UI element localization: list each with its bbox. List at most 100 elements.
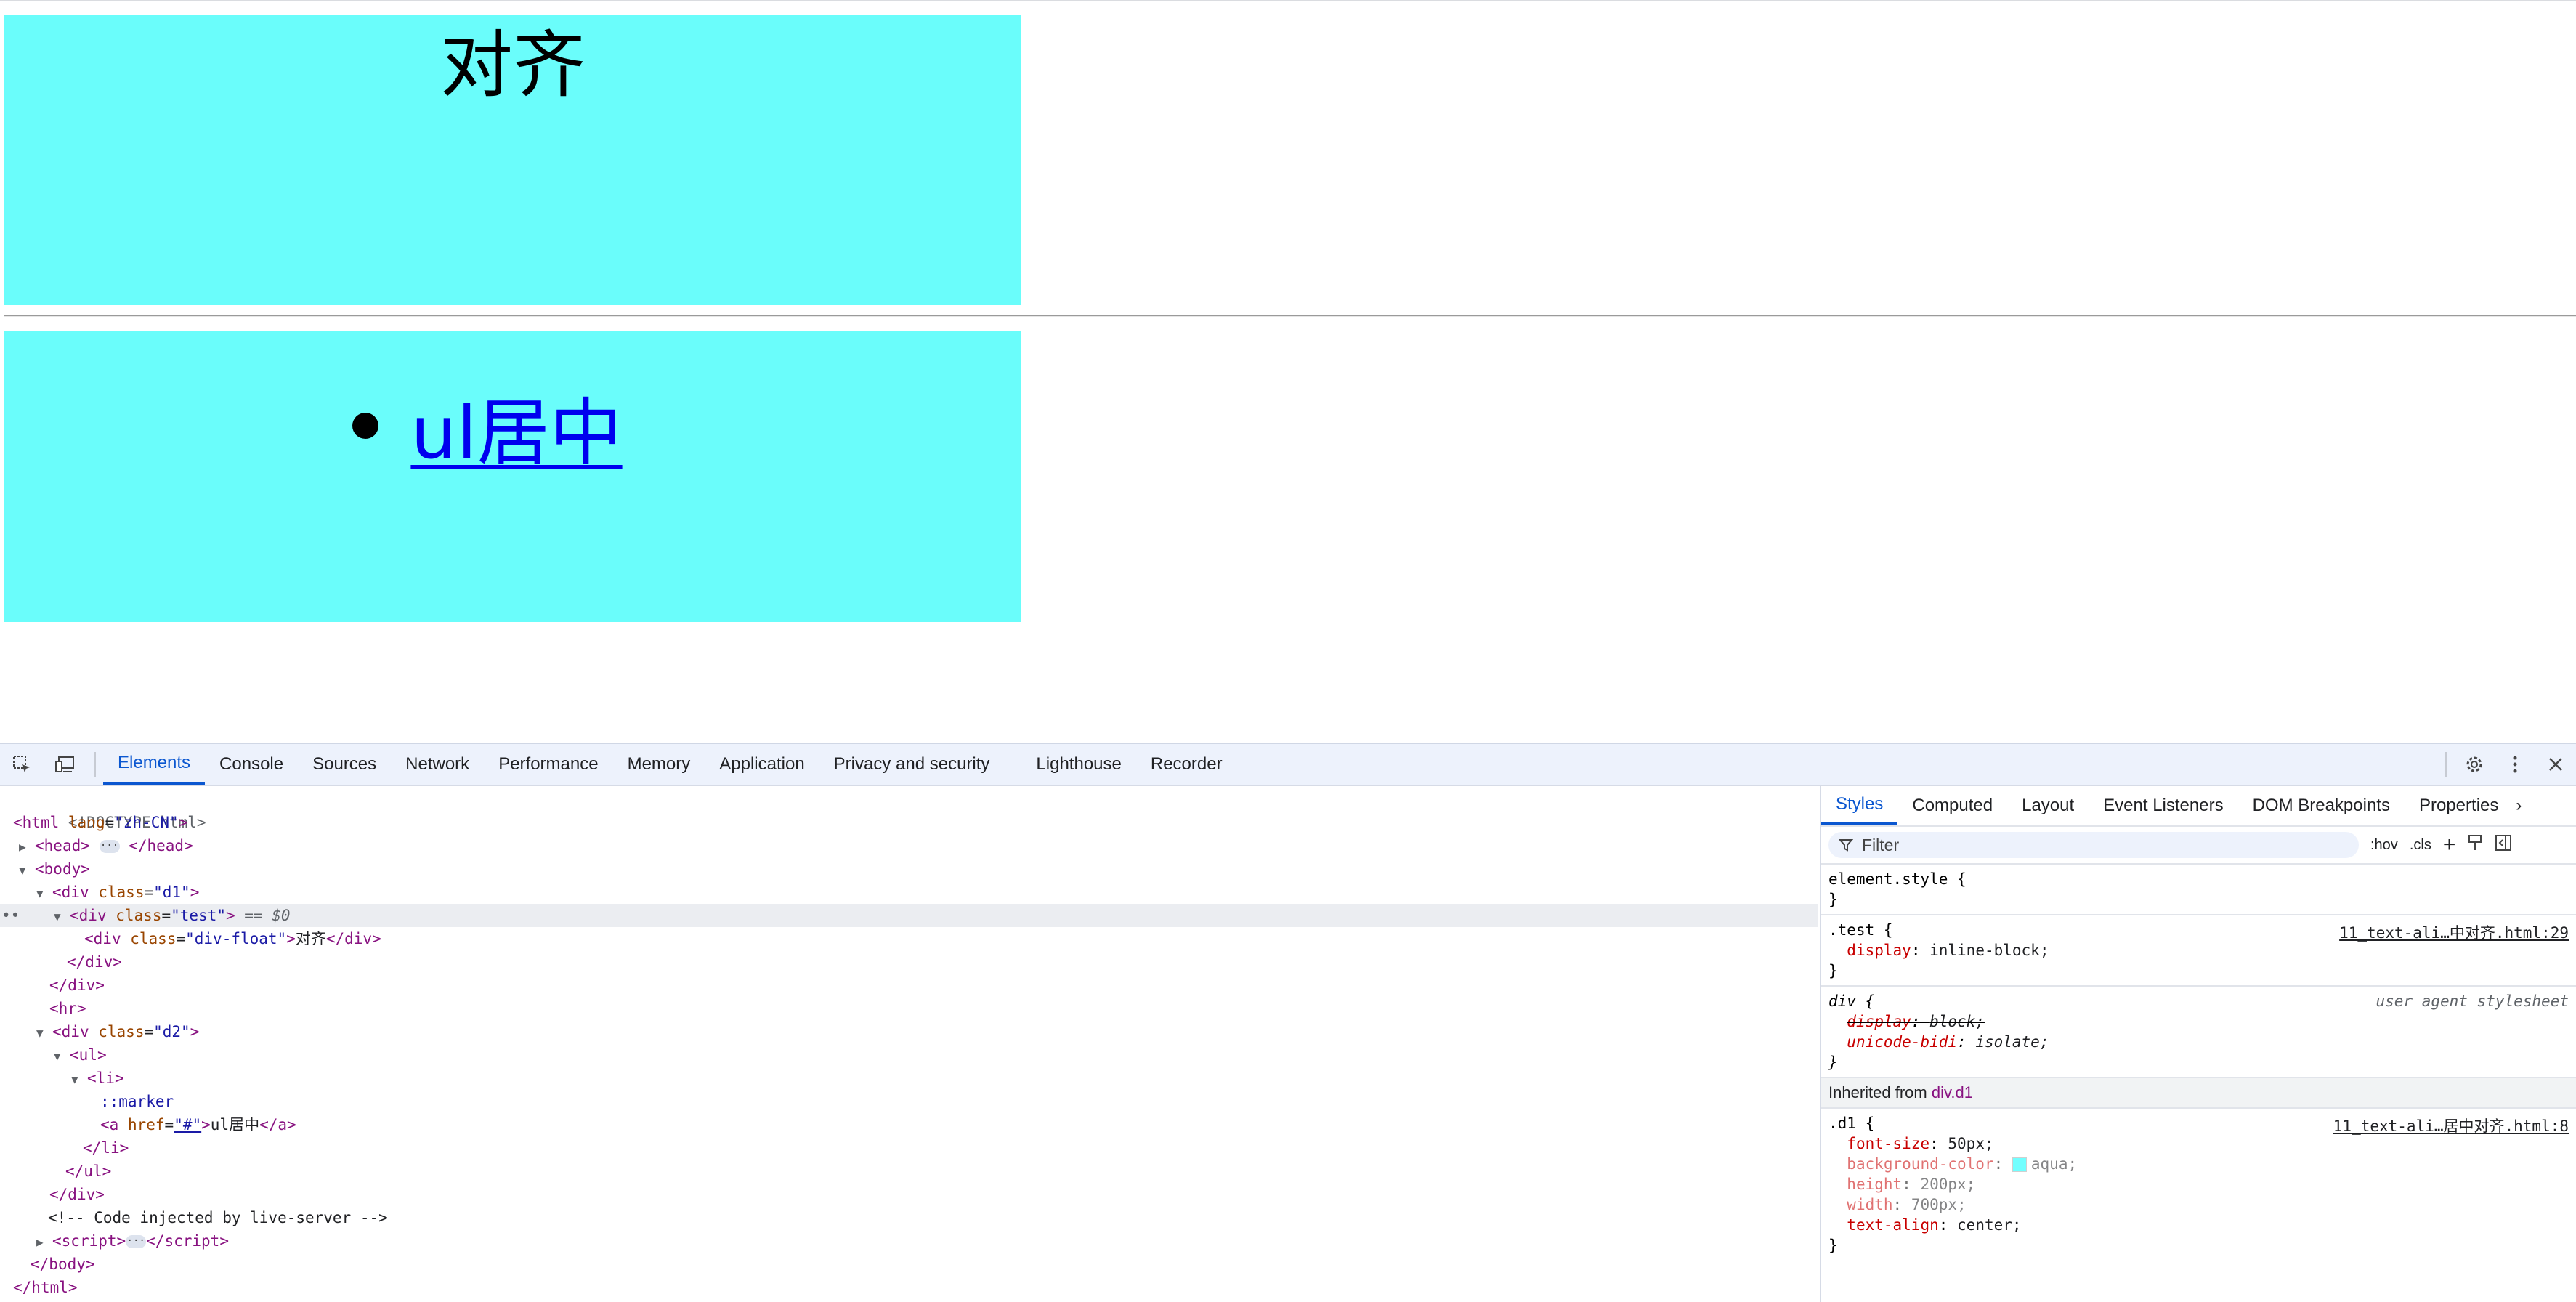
horizontal-rule <box>4 315 2576 317</box>
expand-triangle-icon[interactable]: ▶ <box>36 1231 52 1254</box>
color-swatch[interactable] <box>2012 1157 2027 1172</box>
node-actions-icon[interactable]: •• <box>1 904 20 927</box>
tab-computed[interactable]: Computed <box>1897 786 2007 825</box>
dom-node[interactable]: </div> <box>0 1183 1818 1206</box>
dom-node[interactable]: <hr> <box>0 997 1818 1020</box>
paint-brush-icon[interactable] <box>2467 834 2483 856</box>
collapse-triangle-icon[interactable]: ▼ <box>19 859 35 882</box>
rule-element-style[interactable]: element.style { } <box>1821 865 2576 915</box>
dom-node[interactable]: <div class="div-float">对齐</div> <box>0 927 1818 950</box>
style-declaration[interactable]: width: 700px; <box>1828 1194 2570 1215</box>
dom-node[interactable]: ▼ <body> <box>0 857 1818 881</box>
toggle-sidebar-icon[interactable] <box>2495 834 2512 856</box>
device-toolbar-icon[interactable] <box>44 744 87 785</box>
filter-placeholder: Filter <box>1862 835 1900 854</box>
dom-node[interactable]: ▼ <li> <box>0 1067 1818 1090</box>
attr-value[interactable]: "#" <box>174 1116 201 1133</box>
tab-properties[interactable]: Properties <box>2405 786 2513 825</box>
dom-node[interactable]: </div> <box>0 974 1818 997</box>
style-declaration[interactable]: text-align: center; <box>1828 1215 2570 1235</box>
tab-lighthouse[interactable]: Lighthouse <box>1021 744 1135 785</box>
dom-node[interactable]: ▼ <ul> <box>0 1043 1818 1067</box>
dom-node[interactable]: </html> <box>0 1276 1818 1299</box>
property-value: aqua; <box>2030 1155 2078 1173</box>
tab-styles[interactable]: Styles <box>1821 786 1898 825</box>
dom-node[interactable]: <a href="#">ul居中</a> <box>0 1113 1818 1136</box>
rule-source-link[interactable]: 11_text-ali…居中对齐.html:8 <box>2333 1115 2569 1136</box>
collapse-triangle-icon[interactable]: ▼ <box>36 1022 52 1045</box>
dom-node[interactable]: ▼ <div class="d1"> <box>0 881 1818 904</box>
tab-network[interactable]: Network <box>391 744 484 785</box>
tab-performance[interactable]: Performance <box>484 744 612 785</box>
tag-name: /html <box>22 1279 68 1296</box>
close-icon[interactable] <box>2535 744 2576 785</box>
property-name: display <box>1847 1013 1911 1030</box>
dom-node[interactable]: <html lang="zh-CN"> <box>0 811 1818 834</box>
dom-node[interactable]: </div> <box>0 950 1818 974</box>
tag-name: /li <box>92 1139 120 1157</box>
style-declaration[interactable]: background-color: aqua; <box>1828 1154 2570 1174</box>
tab-recorder[interactable]: Recorder <box>1136 744 1237 785</box>
tab-memory[interactable]: Memory <box>613 744 705 785</box>
ul-center-link[interactable]: ul居中 <box>410 373 622 479</box>
tab-privacy-security[interactable]: Privacy and security <box>819 744 1022 785</box>
styles-tabbar: Styles Computed Layout Event Listeners D… <box>1821 786 2576 827</box>
tab-event-listeners[interactable]: Event Listeners <box>2089 786 2237 825</box>
chevron-right-icon[interactable]: › <box>2513 786 2524 825</box>
dom-node[interactable]: ::marker <box>0 1090 1818 1113</box>
cls-button[interactable]: .cls <box>2410 837 2431 854</box>
tab-elements[interactable]: Elements <box>103 744 206 785</box>
style-declaration[interactable]: height: 200px; <box>1828 1174 2570 1194</box>
tab-console[interactable]: Console <box>205 744 298 785</box>
rule-test[interactable]: 11_text-ali…中对齐.html:29 .test { display:… <box>1821 915 2576 987</box>
tag-name: a <box>109 1116 119 1133</box>
dom-node[interactable]: <!-- Code injected by live-server --> <box>0 1206 1818 1229</box>
rule-d1[interactable]: 11_text-ali…居中对齐.html:8 .d1 { font-size:… <box>1821 1109 2576 1260</box>
expand-triangle-icon[interactable]: ▶ <box>19 836 35 859</box>
rule-div-user-agent[interactable]: user agent stylesheet div { display: blo… <box>1821 987 2576 1078</box>
inherited-label: Inherited from <box>1828 1083 1927 1101</box>
dom-node-selected[interactable]: •• ▼ <div class="test"> == $0 <box>0 904 1818 927</box>
collapse-triangle-icon[interactable]: ▼ <box>71 1068 87 1091</box>
tag-name: /div <box>58 976 96 994</box>
style-declaration[interactable]: font-size: 50px; <box>1828 1133 2570 1154</box>
property-value: isolate; <box>1975 1033 2049 1051</box>
style-declaration[interactable]: display: inline-block; <box>1828 940 2570 961</box>
ellipsis-icon[interactable]: ··· <box>99 840 120 853</box>
toolbar-separator <box>94 752 96 777</box>
inspect-element-icon[interactable] <box>0 744 44 785</box>
dom-node[interactable]: ▼ <div class="d2"> <box>0 1020 1818 1043</box>
collapse-triangle-icon[interactable]: ▼ <box>54 1045 70 1068</box>
dom-node[interactable]: ▶ <head> ··· </head> <box>0 834 1818 857</box>
dom-node[interactable]: </li> <box>0 1136 1818 1160</box>
dom-node[interactable]: </body> <box>0 1253 1818 1276</box>
rule-source-link[interactable]: 11_text-ali…中对齐.html:29 <box>2339 921 2569 943</box>
new-style-rule-icon[interactable]: + <box>2443 833 2456 857</box>
hov-button[interactable]: :hov <box>2370 837 2398 854</box>
collapse-triangle-icon[interactable]: ▼ <box>36 882 52 905</box>
gear-icon[interactable] <box>2454 744 2495 785</box>
collapse-triangle-icon[interactable]: ▼ <box>54 905 70 929</box>
tab-application[interactable]: Application <box>705 744 819 785</box>
tab-layout[interactable]: Layout <box>2007 786 2089 825</box>
tag-name: /body <box>39 1256 86 1273</box>
tag-name: script <box>61 1232 117 1250</box>
attr-value: "zh-CN" <box>114 814 179 831</box>
dom-node[interactable]: </ul> <box>0 1160 1818 1183</box>
property-value: block; <box>1929 1013 1985 1030</box>
dom-tree[interactable]: <!DOCTYPE html> <html lang="zh-CN"> ▶ <he… <box>0 786 1818 1302</box>
attr-value: "d2" <box>153 1023 190 1040</box>
dom-node[interactable]: <!DOCTYPE html> <box>0 788 1818 831</box>
ellipsis-icon[interactable]: ··· <box>126 1235 147 1248</box>
tab-sources[interactable]: Sources <box>298 744 391 785</box>
devtools-tabbar: Elements Console Sources Network Perform… <box>0 744 2576 786</box>
tag-name: /ul <box>74 1162 102 1180</box>
style-declaration: unicode-bidi: isolate; <box>1847 1033 2049 1051</box>
attr-value: "div-float" <box>185 930 287 947</box>
attr-name: href <box>127 1116 165 1133</box>
dom-node[interactable]: ▶ <script>···</script> <box>0 1229 1818 1253</box>
inherited-link[interactable]: div.d1 <box>1932 1083 1973 1101</box>
filter-input[interactable]: Filter <box>1828 832 2359 858</box>
tab-dom-breakpoints[interactable]: DOM Breakpoints <box>2238 786 2405 825</box>
more-options-icon[interactable] <box>2495 744 2535 785</box>
